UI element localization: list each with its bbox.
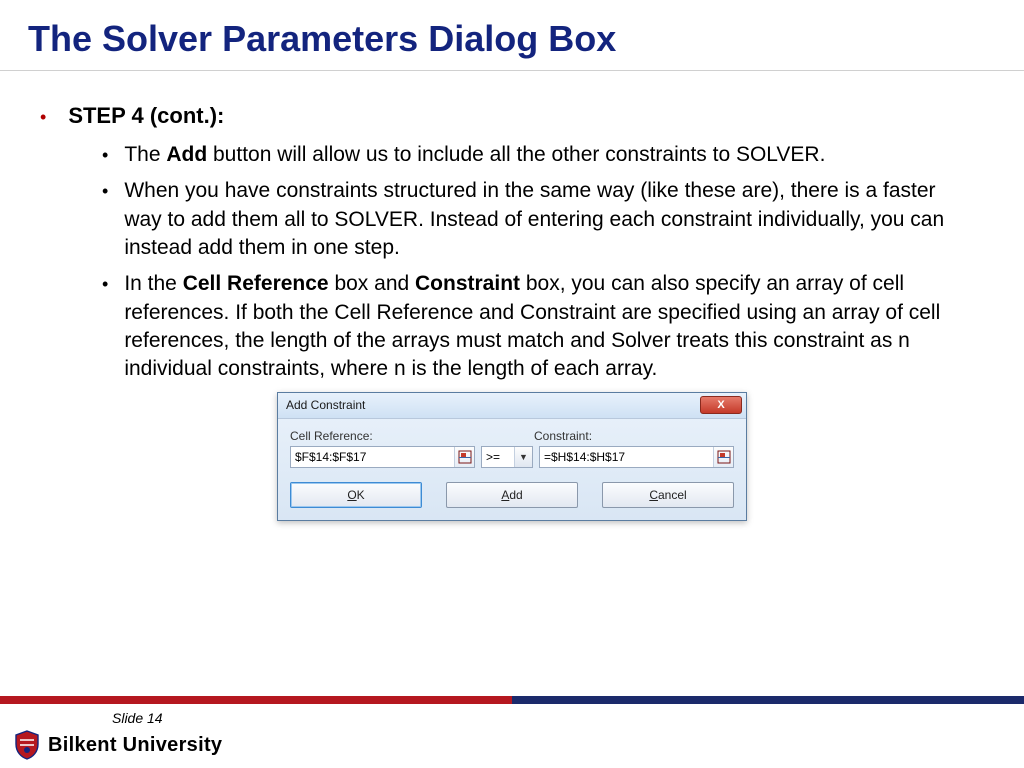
bullet-icon: • [40, 103, 46, 131]
dropdown-button[interactable]: ▼ [514, 447, 532, 467]
university-logo: Bilkent University [14, 730, 222, 760]
bullet-text: The Add button will allow us to include … [124, 141, 968, 169]
range-picker-icon [458, 450, 472, 464]
list-item: • When you have constraints structured i… [102, 177, 968, 262]
step-label: STEP 4 (cont.): [68, 103, 224, 129]
add-constraint-dialog: Add Constraint X Cell Reference: Constra… [277, 392, 747, 521]
cell-reference-label: Cell Reference: [290, 429, 478, 443]
slide-number: Slide 14 [112, 710, 163, 726]
step-heading: • STEP 4 (cont.): [56, 103, 968, 131]
range-picker-icon [717, 450, 731, 464]
list-item: • The Add button will allow us to includ… [102, 141, 968, 169]
range-picker-button[interactable] [713, 447, 733, 467]
range-picker-button[interactable] [454, 447, 474, 467]
cell-reference-input[interactable] [290, 446, 475, 468]
chevron-down-icon: ▼ [519, 452, 528, 462]
bullet-icon: • [102, 141, 108, 169]
footer-stripe [0, 696, 1024, 704]
list-item: • In the Cell Reference box and Constrai… [102, 270, 968, 383]
bullet-icon: • [102, 270, 108, 298]
bullet-text: When you have constraints structured in … [124, 177, 968, 262]
dialog-titlebar: Add Constraint X [278, 393, 746, 419]
cancel-button[interactable]: Cancel [602, 482, 734, 508]
content-area: • STEP 4 (cont.): • The Add button will … [0, 71, 1024, 521]
shield-icon [14, 730, 40, 760]
slide-title: The Solver Parameters Dialog Box [0, 0, 1024, 71]
operator-value: >= [482, 450, 514, 464]
university-name: Bilkent University [48, 734, 222, 757]
slide-footer: Slide 14 Bilkent University [0, 696, 1024, 768]
cell-reference-field[interactable] [291, 447, 454, 467]
operator-select[interactable]: >= ▼ [481, 446, 533, 468]
close-icon: X [717, 399, 724, 411]
constraint-label: Constraint: [534, 429, 734, 443]
ok-button[interactable]: OK [290, 482, 422, 508]
close-button[interactable]: X [700, 396, 742, 414]
dialog-title: Add Constraint [286, 398, 365, 412]
constraint-field[interactable] [540, 447, 713, 467]
sub-bullet-list: • The Add button will allow us to includ… [102, 141, 968, 384]
bullet-icon: • [102, 177, 108, 205]
add-button[interactable]: Add [446, 482, 578, 508]
constraint-input[interactable] [539, 446, 734, 468]
bullet-text: In the Cell Reference box and Constraint… [124, 270, 968, 383]
